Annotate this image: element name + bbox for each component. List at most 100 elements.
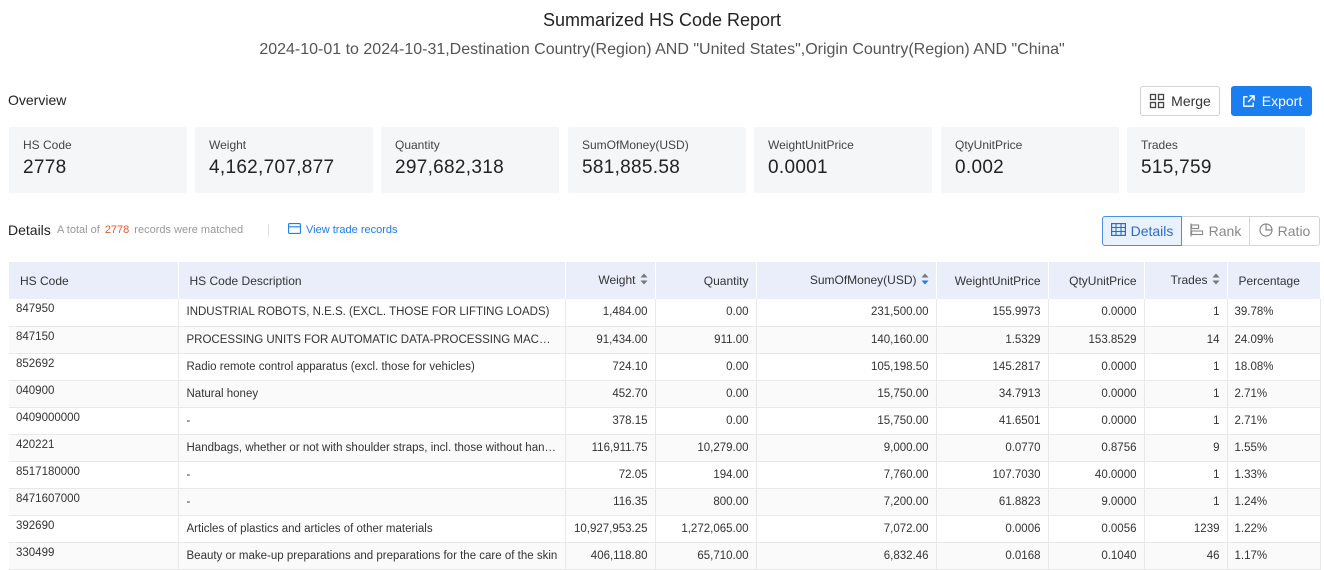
weight-cell: 10,927,953.25 [565,515,656,543]
total-count: 2778 [104,224,130,236]
percentage-cell: 1.22% [1227,515,1321,543]
view-rank-button[interactable]: Rank [1182,216,1250,246]
table-row[interactable]: 420221 Handbags, whether or not with shou… [9,434,1321,462]
card-value: 515,759 [1141,157,1212,178]
table-row[interactable]: 392690 Articles of plastics and articles … [9,515,1321,543]
quantity-cell: 194.00 [655,461,757,489]
card-label: HS Code [23,138,72,152]
card-quantity: Quantity 297,682,318 [381,127,559,193]
overview-heading: Overview [8,92,67,108]
hs-code-cell: 847950 [9,299,179,327]
weight-unit-price-cell: 155.9973 [936,299,1049,327]
table-row[interactable]: 8517180000-72.05 194.00 7,760.00 107.7030 40… [9,461,1321,489]
hs-code-table: HS Code HS Code Description Weight Quant… [9,262,1321,570]
column-header-trades[interactable]: Trades [1144,262,1228,299]
view-ratio-button[interactable]: Ratio [1249,216,1320,246]
records-matched-text: A total of 2778 records were matched [57,224,243,236]
column-header-quantity: Quantity [655,262,757,299]
weight-unit-price-cell: 1.5329 [936,326,1049,354]
card-label: WeightUnitPrice [768,138,854,152]
column-label: Quantity [703,273,749,288]
trades-cell: 1 [1144,380,1228,408]
view-trade-records-link[interactable]: View trade records [288,223,398,237]
merge-button[interactable]: Merge [1140,86,1220,116]
column-header-weight-unit-price: WeightUnitPrice [936,262,1049,299]
weight-unit-price-cell: 145.2817 [936,353,1049,381]
column-header-qty-unit-price: QtyUnitPrice [1048,262,1145,299]
qty-unit-price-cell: 0.0000 [1048,353,1145,381]
description-cell: Radio remote control apparatus (excl. th… [178,353,566,381]
table-row[interactable]: 8471607000-116.35 800.00 7,200.00 61.8823 9.… [9,488,1321,516]
card-value: 581,885.58 [582,157,681,178]
description-cell: Handbags, whether or not with shoulder s… [178,434,566,462]
divider [268,224,269,236]
weight-cell: 116,911.75 [565,434,656,462]
quantity-cell: 0.00 [655,299,757,327]
sort-icon[interactable] [1212,273,1220,288]
column-label: HS Code [20,273,69,288]
quantity-cell: 0.00 [655,353,757,381]
hs-code-cell: 847150 [9,326,179,354]
trades-cell: 1 [1144,407,1228,435]
column-header-sum-of-money[interactable]: SumOfMoney(USD) [756,262,937,299]
description-cell: - [178,407,566,435]
trades-cell: 1 [1144,299,1228,327]
hs-code-cell: 420221 [9,434,179,462]
weight-cell: 724.10 [565,353,656,381]
sum-of-money-cell: 6,832.46 [756,542,937,570]
card-label: SumOfMoney(USD) [582,138,689,152]
sum-of-money-cell: 7,760.00 [756,461,937,489]
card-value: 2778 [23,157,67,178]
weight-unit-price-cell: 0.0168 [936,542,1049,570]
table-icon [1110,223,1126,239]
view-ratio-label: Ratio [1277,223,1311,239]
sum-of-money-cell: 9,000.00 [756,434,937,462]
quantity-cell: 65,710.00 [655,542,757,570]
table-row[interactable]: 852692 Radio remote control apparatus (ex… [9,353,1321,381]
export-icon [1241,94,1256,109]
sort-descending-icon[interactable] [921,273,929,288]
table-row[interactable]: 040900 Natural honey 452.70 0.00 15,750.00 34… [9,380,1321,408]
view-details-label: Details [1130,223,1174,239]
hs-code-cell: 040900 [9,380,179,408]
details-heading: Details [8,222,51,238]
card-qty-unit-price: QtyUnitPrice 0.002 [941,127,1119,193]
report-title: Summarized HS Code Report [542,10,782,30]
card-weight-unit-price: WeightUnitPrice 0.0001 [754,127,932,193]
description-cell: Beauty or make-up preparations and prepa… [178,542,566,570]
total-prefix: A total of [57,224,100,236]
table-row[interactable]: 330499 Beauty or make-up preparations and… [9,542,1321,570]
column-header-hs-code: HS Code [9,262,179,299]
percentage-cell: 1.17% [1227,542,1321,570]
card-label: Quantity [395,138,440,152]
percentage-cell: 18.08% [1227,353,1321,381]
card-value: 297,682,318 [395,157,504,178]
column-header-weight[interactable]: Weight [565,262,656,299]
card-hs-code: HS Code 2778 [9,127,187,193]
weight-unit-price-cell: 61.8823 [936,488,1049,516]
export-button[interactable]: Export [1231,86,1312,116]
view-details-button[interactable]: Details [1102,216,1182,246]
export-label: Export [1261,93,1303,109]
weight-cell: 452.70 [565,380,656,408]
trades-cell: 1239 [1144,515,1228,543]
trades-cell: 1 [1144,461,1228,489]
weight-cell: 72.05 [565,461,656,489]
sort-icon[interactable] [640,273,648,288]
qty-unit-price-cell: 40.0000 [1048,461,1145,489]
quantity-cell: 0.00 [655,407,757,435]
column-label: WeightUnitPrice [954,273,1041,288]
column-header-description: HS Code Description [178,262,566,299]
table-row[interactable]: 847950 INDUSTRIAL ROBOTS, N.E.S. (EXCL. T… [9,299,1321,327]
card-value: 0.0001 [768,157,828,178]
overview-cards: HS Code 2778 Weight 4,162,707,877 Quantity… [9,127,1305,193]
description-cell: - [178,488,566,516]
quantity-cell: 800.00 [655,488,757,516]
sum-of-money-cell: 7,072.00 [756,515,937,543]
table-row[interactable]: 847150 PROCESSING UNITS FOR AUTOMATIC DAT… [9,326,1321,354]
qty-unit-price-cell: 9.0000 [1048,488,1145,516]
table-row[interactable]: 0409000000-378.15 0.00 15,750.00 41.6501 0.0… [9,407,1321,435]
card-sum-of-money: SumOfMoney(USD) 581,885.58 [568,127,746,193]
hs-code-cell: 330499 [9,542,179,570]
description-cell: Natural honey [178,380,566,408]
